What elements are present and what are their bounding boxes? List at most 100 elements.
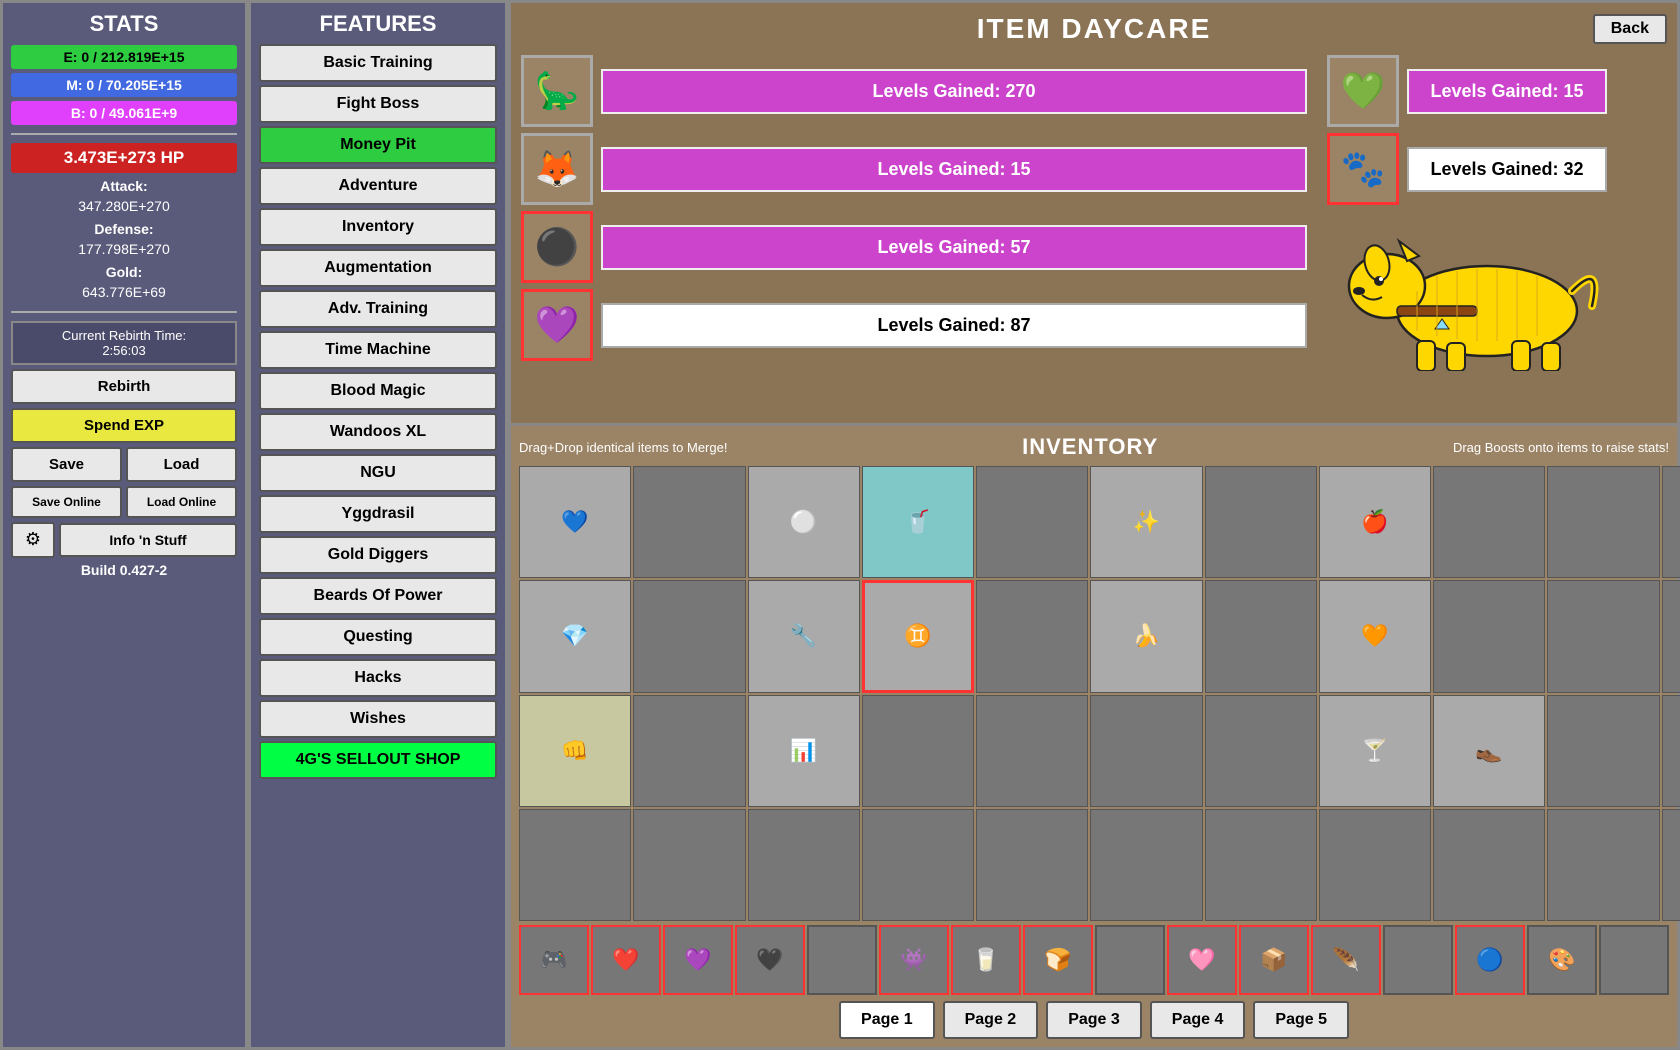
info-button[interactable]: Info 'n Stuff [59, 523, 237, 557]
equipped-cell-11[interactable]: 🪶 [1311, 925, 1381, 995]
inv-cell-1-5[interactable]: 🍌 [1090, 580, 1202, 692]
feature-btn-fight-boss[interactable]: Fight Boss [259, 85, 497, 123]
inv-cell-0-8[interactable] [1433, 466, 1545, 578]
inv-cell-3-7[interactable] [1319, 809, 1431, 921]
feature-btn-beards-of-power[interactable]: Beards Of Power [259, 577, 497, 615]
inv-cell-0-3[interactable]: 🥤 [862, 466, 974, 578]
feature-btn-yggdrasil[interactable]: Yggdrasil [259, 495, 497, 533]
inv-cell-2-0[interactable]: 👊 [519, 695, 631, 807]
inv-cell-1-4[interactable] [976, 580, 1088, 692]
inv-cell-0-9[interactable] [1547, 466, 1659, 578]
feature-btn-4g-s-sellout-shop[interactable]: 4G'S SELLOUT SHOP [259, 741, 497, 779]
inv-cell-0-7[interactable]: 🍎 [1319, 466, 1431, 578]
inv-cell-3-6[interactable] [1205, 809, 1317, 921]
daycare-levels-2: Levels Gained: 57 [601, 225, 1307, 270]
inv-cell-2-2[interactable]: 📊 [748, 695, 860, 807]
feature-btn-time-machine[interactable]: Time Machine [259, 331, 497, 369]
save-online-button[interactable]: Save Online [11, 486, 122, 518]
equipped-cell-8[interactable] [1095, 925, 1165, 995]
inv-cell-0-10[interactable] [1662, 466, 1680, 578]
daycare-right-item-icon-0[interactable]: 💚 [1327, 55, 1399, 127]
feature-btn-ngu[interactable]: NGU [259, 454, 497, 492]
daycare-item-icon-1[interactable]: 🦊 [521, 133, 593, 205]
inv-cell-3-5[interactable] [1090, 809, 1202, 921]
inv-cell-2-5[interactable] [1090, 695, 1202, 807]
daycare-right-item-icon-1[interactable]: 🐾 [1327, 133, 1399, 205]
feature-btn-gold-diggers[interactable]: Gold Diggers [259, 536, 497, 574]
inv-cell-2-1[interactable] [633, 695, 745, 807]
inv-cell-3-4[interactable] [976, 809, 1088, 921]
inv-cell-2-4[interactable] [976, 695, 1088, 807]
daycare-item-icon-2[interactable]: ⚫ [521, 211, 593, 283]
inv-cell-3-3[interactable] [862, 809, 974, 921]
inv-cell-2-10[interactable] [1662, 695, 1680, 807]
inventory-title: INVENTORY [1022, 434, 1158, 460]
page-btn-1[interactable]: Page 1 [839, 1001, 935, 1039]
equipped-cell-6[interactable]: 🥛 [951, 925, 1021, 995]
inv-cell-0-1[interactable] [633, 466, 745, 578]
back-button[interactable]: Back [1593, 14, 1667, 44]
equipped-cell-10[interactable]: 📦 [1239, 925, 1309, 995]
inv-cell-2-9[interactable] [1547, 695, 1659, 807]
daycare-item-icon-3[interactable]: 💜 [521, 289, 593, 361]
equipped-cell-12[interactable] [1383, 925, 1453, 995]
inv-cell-1-0[interactable]: 💎 [519, 580, 631, 692]
inv-cell-1-6[interactable] [1205, 580, 1317, 692]
feature-btn-adventure[interactable]: Adventure [259, 167, 497, 205]
inv-cell-3-8[interactable] [1433, 809, 1545, 921]
feature-btn-wishes[interactable]: Wishes [259, 700, 497, 738]
inv-cell-3-0[interactable] [519, 809, 631, 921]
inv-cell-0-0[interactable]: 💙 [519, 466, 631, 578]
page-btn-5[interactable]: Page 5 [1253, 1001, 1349, 1039]
inv-cell-3-10[interactable] [1662, 809, 1680, 921]
equipped-cell-2[interactable]: 💜 [663, 925, 733, 995]
inv-cell-2-8[interactable]: 👞 [1433, 695, 1545, 807]
equipped-cell-15[interactable] [1599, 925, 1669, 995]
inv-cell-3-9[interactable] [1547, 809, 1659, 921]
inv-cell-3-1[interactable] [633, 809, 745, 921]
equipped-cell-13[interactable]: 🔵 [1455, 925, 1525, 995]
inv-cell-1-8[interactable] [1433, 580, 1545, 692]
equipped-cell-9[interactable]: 🩷 [1167, 925, 1237, 995]
feature-btn-adv--training[interactable]: Adv. Training [259, 290, 497, 328]
equipped-cell-0[interactable]: 🎮 [519, 925, 589, 995]
inv-cell-0-5[interactable]: ✨ [1090, 466, 1202, 578]
equipped-cell-3[interactable]: 🖤 [735, 925, 805, 995]
feature-btn-augmentation[interactable]: Augmentation [259, 249, 497, 287]
spend-exp-button[interactable]: Spend EXP [11, 408, 237, 443]
page-btn-2[interactable]: Page 2 [943, 1001, 1039, 1039]
feature-btn-wandoos-xl[interactable]: Wandoos XL [259, 413, 497, 451]
equipped-cell-4[interactable] [807, 925, 877, 995]
inv-cell-0-2[interactable]: ⚪ [748, 466, 860, 578]
page-btn-4[interactable]: Page 4 [1150, 1001, 1246, 1039]
feature-btn-hacks[interactable]: Hacks [259, 659, 497, 697]
equipped-cell-1[interactable]: ❤️ [591, 925, 661, 995]
inv-cell-1-7[interactable]: 🧡 [1319, 580, 1431, 692]
page-btn-3[interactable]: Page 3 [1046, 1001, 1142, 1039]
save-button[interactable]: Save [11, 447, 122, 482]
equipped-cell-7[interactable]: 🍞 [1023, 925, 1093, 995]
equipped-cell-5[interactable]: 👾 [879, 925, 949, 995]
inv-cell-1-9[interactable] [1547, 580, 1659, 692]
load-button[interactable]: Load [126, 447, 237, 482]
load-online-button[interactable]: Load Online [126, 486, 237, 518]
inv-cell-2-6[interactable] [1205, 695, 1317, 807]
rebirth-button[interactable]: Rebirth [11, 369, 237, 404]
inv-cell-3-2[interactable] [748, 809, 860, 921]
inv-cell-1-1[interactable] [633, 580, 745, 692]
feature-btn-questing[interactable]: Questing [259, 618, 497, 656]
settings-icon[interactable]: ⚙ [11, 522, 55, 558]
inv-cell-1-2[interactable]: 🔧 [748, 580, 860, 692]
inv-cell-2-3[interactable] [862, 695, 974, 807]
inv-cell-0-6[interactable] [1205, 466, 1317, 578]
feature-btn-inventory[interactable]: Inventory [259, 208, 497, 246]
inv-cell-2-7[interactable]: 🍸 [1319, 695, 1431, 807]
inv-cell-1-3[interactable]: ♊ [862, 580, 974, 692]
inv-cell-1-10[interactable] [1662, 580, 1680, 692]
feature-btn-basic-training[interactable]: Basic Training [259, 44, 497, 82]
feature-btn-money-pit[interactable]: Money Pit [259, 126, 497, 164]
inv-cell-0-4[interactable] [976, 466, 1088, 578]
daycare-item-icon-0[interactable]: 🦕 [521, 55, 593, 127]
feature-btn-blood-magic[interactable]: Blood Magic [259, 372, 497, 410]
equipped-cell-14[interactable]: 🎨 [1527, 925, 1597, 995]
